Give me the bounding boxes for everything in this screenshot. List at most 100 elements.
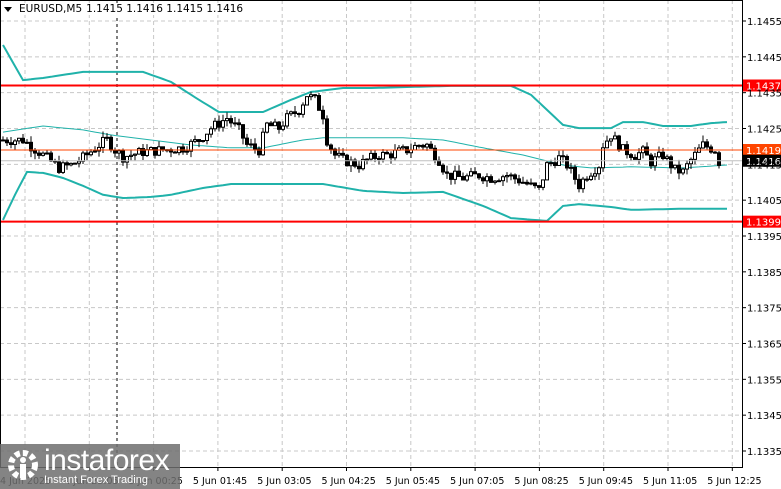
candle-bull [337,152,341,156]
y-tick-label: 1.1345 [747,411,781,422]
candle-bear [341,152,345,156]
candle-bear [57,161,61,173]
chart-frame [0,0,743,468]
candle-bull [465,175,469,181]
candle-bull [657,151,661,158]
candle-bear [677,164,681,174]
candle-bear [49,152,53,162]
y-tick-label: 1.1435 [747,89,781,100]
candle-bear [85,152,89,156]
candle-bull [417,144,421,147]
candle-bull [689,158,693,165]
candle-bull [117,150,121,154]
candle-bear [461,175,465,181]
candle-bull [77,160,81,164]
candle-bull [201,140,205,143]
candle-bear [573,166,577,180]
candle-bull [581,178,585,190]
candle-bull [13,140,17,145]
candle-bull [493,180,497,183]
x-tick-label: 5 Jun 05:45 [386,476,440,487]
collapse-triangle-icon[interactable] [4,6,12,12]
candle-bull [193,139,197,142]
level-label: 1.1399 [746,218,781,229]
x-tick-label: 5 Jun 07:05 [450,476,504,487]
candle-bear [645,146,649,156]
candle-bull [205,133,209,142]
x-tick-label: 5 Jun 03:05 [257,476,311,487]
candle-bull [209,128,213,135]
candle-bear [329,144,333,150]
candle-bear [321,109,325,120]
watermark-tagline: Instant Forex Trading [44,474,148,486]
instaforex-logo-icon [8,450,38,480]
candle-bull [613,135,617,140]
candle-bull [509,174,513,177]
candle-bull [69,162,73,166]
candle-bear [473,171,477,175]
candle-bear [565,155,569,169]
candle-bear [9,142,13,145]
candle-bear [65,162,69,166]
candle-bull [589,175,593,180]
candle-bull [81,152,85,162]
candle-bull [233,122,237,125]
candle-bear [277,121,281,130]
candle-bull [281,125,285,130]
candle-bull [521,181,525,184]
candle-bear [269,122,273,127]
candle-bull [185,150,189,153]
candle-bull [593,173,597,177]
candle-bull [93,150,97,153]
candle-bull [393,149,397,159]
candle-bull [605,140,609,149]
candle-bull [25,141,29,144]
candle-bull [89,151,93,156]
x-tick-label: 5 Jun 11:05 [643,476,697,487]
candle-bear [181,146,185,153]
y-tick-label: 1.1405 [747,196,781,207]
candle-bear [717,152,721,166]
y-tick-label: 1.1425 [747,125,781,136]
candle-bull [369,152,373,160]
candle-bear [513,174,517,180]
candle-bear [429,143,433,149]
candle-bear [549,162,553,165]
y-tick-label: 1.1375 [747,304,781,315]
candle-bear [293,111,297,115]
candle-bull [609,138,613,142]
quote-values: 1.1415 1.1416 1.1415 1.1416 [86,3,244,15]
candle-bull [469,171,473,177]
candle-bull [221,120,225,128]
chart-title: EURUSD,M5 1.1415 1.1416 1.1415 1.1416 [4,3,246,15]
candle-bear [445,171,449,174]
candle-bear [173,151,177,154]
candle-bull [61,162,65,173]
candle-bull [301,104,305,115]
candle-bear [449,172,453,180]
candle-bear [245,137,249,145]
candle-bull [261,131,265,156]
candle-bear [525,181,529,185]
price-chart[interactable]: 1.14371.13991.14191.1416 1.14551.14451.1… [0,0,781,489]
candle-bear [253,143,257,150]
candle-bear [217,120,221,128]
candle-bear [441,164,445,173]
bollinger-bands [2,44,728,222]
candle-bear [457,170,461,177]
candle-bull [249,143,253,146]
candle-bull [637,152,641,160]
candle-bull [225,118,229,122]
candle-bear [37,152,41,156]
candle-bear [533,182,537,187]
x-tick-label: 5 Jun 08:25 [514,476,568,487]
candle-bear [109,136,113,151]
x-tick-label: 5 Jun 01:45 [193,476,247,487]
y-tick-label: 1.1335 [747,447,781,458]
candle-bear [477,173,481,179]
candle-bull [413,144,417,151]
y-tick-label: 1.1395 [747,232,781,243]
candle-bull [701,141,705,149]
candle-bull [501,176,505,182]
candle-bull [485,176,489,182]
